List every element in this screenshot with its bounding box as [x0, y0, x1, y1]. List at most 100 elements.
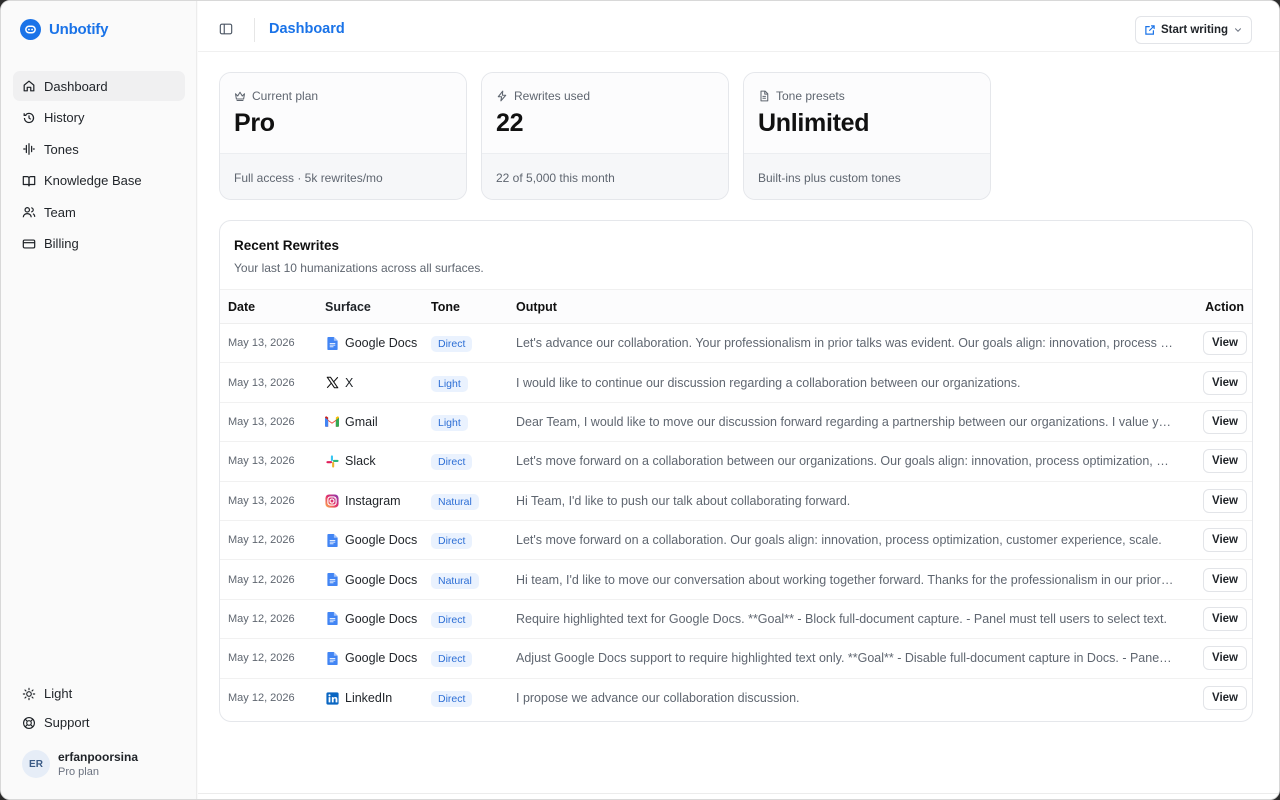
gmail-icon [325, 415, 339, 429]
view-button[interactable]: View [1203, 370, 1247, 395]
table-row: May 13, 2026 Google Docs Direct Let's ad… [220, 324, 1252, 364]
sidebar-item-label: Tones [44, 141, 79, 157]
row-surface-name: Instagram [345, 493, 401, 508]
card-footer: Built-ins plus custom tones [744, 154, 990, 199]
google-docs-icon [325, 336, 339, 350]
row-tone-cell: Direct [431, 452, 516, 471]
support-label: Support [44, 715, 90, 730]
user-info: erfanpoorsina Pro plan [58, 750, 138, 778]
lifebuoy-icon [23, 716, 35, 729]
table-row: May 12, 2026 LinkedIn Direct I propose w… [220, 679, 1252, 718]
view-button[interactable]: View [1203, 567, 1247, 592]
row-surface: Google Docs [325, 651, 431, 665]
row-surface-name: Google Docs [345, 533, 418, 548]
row-tone-cell: Direct [431, 531, 516, 550]
tone-badge: Direct [431, 336, 473, 353]
view-button[interactable]: View [1203, 409, 1247, 434]
sidebar-item-label: Team [44, 204, 76, 220]
row-action-cell: View [1184, 528, 1252, 553]
sidebar-item-label: Dashboard [44, 78, 108, 94]
row-tone-cell: Direct [431, 649, 516, 668]
row-surface-name: Gmail [345, 414, 378, 429]
top-divider [254, 18, 255, 42]
row-output: Let's move forward on a collaboration. O… [516, 533, 1162, 548]
support-link[interactable]: Support [13, 708, 185, 737]
row-surface: LinkedIn [325, 691, 431, 705]
row-output: Let's advance our collaboration. Your pr… [516, 336, 1184, 351]
current-plan-card: Current plan Pro Full access · 5k rewrit… [219, 72, 467, 200]
brand[interactable]: Unbotify [20, 19, 108, 40]
row-action-cell: View [1184, 370, 1252, 395]
card-label: Rewrites used [496, 89, 714, 103]
sidebar-item-label: History [44, 110, 85, 126]
table-row: May 13, 2026 Instagram Natural Hi Team, … [220, 482, 1252, 521]
chevron-down-icon [1235, 28, 1242, 32]
card-label-text: Tone presets [776, 89, 845, 103]
row-date: May 13, 2026 [228, 455, 295, 468]
waveform-icon [23, 143, 35, 156]
view-button[interactable]: View [1203, 331, 1247, 356]
user-profile[interactable]: ER erfanpoorsina Pro plan [22, 750, 138, 778]
sidebar-item-tones[interactable]: Tones [13, 134, 185, 164]
sidebar-item-label: Billing [44, 236, 79, 252]
row-action-cell: View [1184, 686, 1252, 711]
sidebar: Unbotify Dashboard History Tones Knowled… [1, 1, 197, 799]
view-button[interactable]: View [1203, 686, 1247, 711]
row-tone-cell: Direct [431, 334, 516, 353]
x-logo-icon [325, 376, 339, 390]
rewrites-table: Date Surface Tone Output Action May 13, … [220, 289, 1252, 718]
view-button[interactable]: View [1203, 606, 1247, 631]
panel-title: Recent Rewrites [234, 238, 340, 253]
home-icon [23, 80, 35, 92]
google-docs-icon [325, 573, 339, 587]
linkedin-icon [325, 691, 339, 705]
table-row: May 12, 2026 Google Docs Direct Adjust G… [220, 639, 1252, 679]
sidebar-item-label: Knowledge Base [44, 173, 142, 189]
card-value: 22 [496, 109, 524, 137]
tone-badge: Light [431, 414, 468, 431]
row-output: Adjust Google Docs support to require hi… [516, 651, 1184, 666]
row-tone-cell: Light [431, 374, 516, 392]
view-button[interactable]: View [1203, 528, 1247, 553]
row-output: Dear Team, I would like to move our disc… [516, 414, 1184, 429]
table-row: May 12, 2026 Google Docs Direct Require … [220, 600, 1252, 640]
sidebar-item-history[interactable]: History [13, 103, 185, 133]
tone-badge: Direct [431, 651, 473, 668]
tone-badge: Direct [431, 611, 473, 628]
avatar: ER [22, 750, 50, 778]
row-output: Require highlighted text for Google Docs… [516, 611, 1168, 626]
row-date: May 13, 2026 [228, 494, 295, 507]
theme-toggle[interactable]: Light [13, 679, 185, 708]
row-surface: Google Docs [325, 612, 431, 626]
sidebar-item-billing[interactable]: Billing [13, 229, 185, 259]
google-docs-icon [325, 651, 339, 665]
card-header: Rewrites used 22 [482, 73, 728, 154]
sidebar-item-team[interactable]: Team [13, 197, 185, 227]
view-button[interactable]: View [1203, 488, 1247, 513]
tone-badge: Direct [431, 691, 473, 708]
bottom-edge [198, 793, 1279, 794]
start-writing-button[interactable]: Start writing [1135, 16, 1252, 44]
sidebar-item-knowledge-base[interactable]: Knowledge Base [13, 166, 185, 196]
row-surface: Instagram [325, 494, 431, 508]
card-label-text: Current plan [252, 89, 319, 103]
user-plan: Pro plan [58, 766, 99, 778]
card-footer: 22 of 5,000 this month [482, 154, 728, 199]
row-action-cell: View [1184, 606, 1252, 631]
view-button[interactable]: View [1203, 646, 1247, 671]
card-footer: Full access · 5k rewrites/mo [220, 154, 466, 199]
sidebar-toggle-icon[interactable] [219, 22, 233, 41]
stat-cards: Current plan Pro Full access · 5k rewrit… [219, 72, 991, 200]
tone-badge: Natural [431, 572, 479, 589]
row-date: May 12, 2026 [228, 692, 295, 705]
view-button[interactable]: View [1203, 449, 1247, 474]
row-surface-name: X [345, 375, 354, 390]
tone-badge: Direct [431, 533, 473, 550]
row-action-cell: View [1184, 567, 1252, 592]
rewrites-used-card: Rewrites used 22 22 of 5,000 this month [481, 72, 729, 200]
row-surface: Slack [325, 454, 431, 468]
row-date: May 13, 2026 [228, 337, 295, 350]
row-action-cell: View [1184, 646, 1252, 671]
row-surface: Google Docs [325, 533, 431, 547]
sidebar-item-dashboard[interactable]: Dashboard [13, 71, 185, 101]
